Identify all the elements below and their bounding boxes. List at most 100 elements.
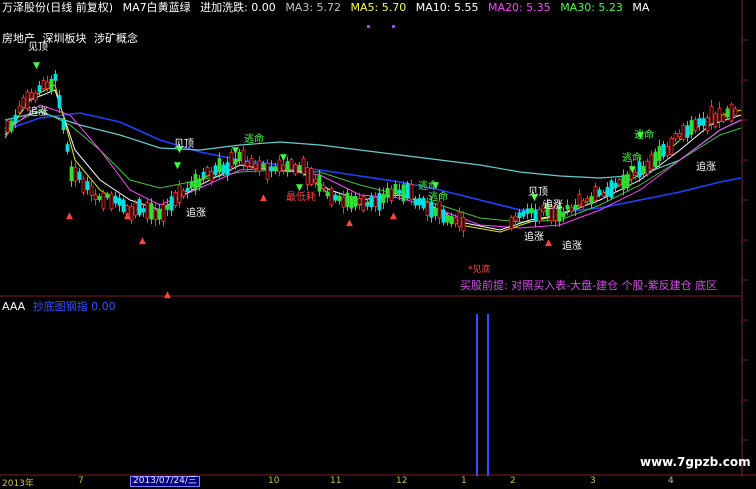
candle-body [205, 167, 210, 176]
arrow-down-green: ▼ [629, 165, 636, 175]
candle-body [325, 191, 330, 197]
candle-body [693, 119, 698, 131]
candle-body [349, 196, 354, 209]
candle-body [665, 146, 670, 156]
candle-body [525, 208, 530, 214]
candle-body [241, 149, 246, 165]
candle-body [165, 204, 170, 210]
candle-body [269, 166, 274, 172]
candle-body [597, 189, 602, 195]
candle-body [565, 204, 570, 210]
candle-body [653, 151, 658, 168]
candle-body [441, 209, 446, 223]
candle-body [721, 114, 726, 122]
label-chase: 追涨 [562, 241, 582, 252]
candle-body [657, 146, 662, 161]
candle-body [457, 211, 462, 228]
candle-body [681, 125, 686, 140]
candle-body [65, 144, 70, 152]
candle-body [513, 215, 518, 222]
candle-body [257, 160, 262, 172]
arrow-up-red: ▲ [66, 211, 73, 221]
candle-body [389, 188, 394, 201]
candle-body [529, 208, 534, 214]
candle-body [173, 192, 178, 207]
candle-body [649, 154, 654, 170]
candle-body [13, 114, 18, 123]
candle-body [369, 196, 374, 208]
candle-body [517, 212, 522, 219]
candle-body [189, 181, 194, 188]
candle-body [61, 119, 66, 131]
candle-body [425, 202, 430, 217]
candle-body [57, 94, 62, 109]
arrow-up-red: ▲ [346, 218, 353, 228]
candle-body [301, 158, 306, 175]
candle-body [429, 201, 434, 218]
axis-label: 10 [268, 476, 280, 486]
candle-body [613, 182, 618, 189]
candle-body [209, 171, 214, 182]
axis-label: 7 [78, 476, 84, 486]
candle-body [261, 163, 266, 169]
candle-body [353, 196, 358, 207]
candle-body [569, 206, 574, 212]
candle-body [433, 207, 438, 217]
candle-body [605, 186, 610, 197]
candle-body [225, 162, 230, 175]
candle-body [637, 161, 642, 178]
candle-body [37, 85, 42, 93]
axis-label: 11 [330, 476, 342, 486]
candle-body [81, 178, 86, 193]
candle-body [45, 81, 50, 89]
candle-body [401, 184, 406, 202]
candle-body [309, 168, 314, 185]
candle-body [141, 208, 146, 213]
candle-body [577, 194, 582, 206]
candle-body [317, 174, 322, 192]
kline-chart[interactable]: ▼ ▲ ▲ ▲ ▼ ▼ ▼ ▲ ▼ ▼ ▲ ▲ ▼ ▼ ▲ ▼ ▼ ▲ [0, 0, 756, 487]
axis-label: 12 [396, 476, 408, 486]
label-escape: 逃命 [622, 153, 642, 164]
candle-body [621, 174, 626, 190]
candle-body [177, 185, 182, 203]
axis-label: 4 [668, 476, 674, 486]
sub-name[interactable]: AAA [2, 300, 25, 313]
candle-body [733, 108, 738, 116]
candle-body [33, 92, 38, 101]
candle-body [133, 202, 138, 216]
candle-body [185, 187, 190, 193]
candle-body [69, 166, 74, 182]
candle-body [161, 204, 166, 222]
candle-body [153, 209, 158, 220]
candle-body [145, 202, 150, 219]
candle-body [729, 103, 734, 122]
candle-body [169, 196, 174, 211]
candle-body [697, 118, 702, 126]
candle-body [445, 215, 450, 223]
candle-body [53, 73, 58, 81]
axis-label: 3 [590, 476, 596, 486]
candle-body [365, 202, 370, 207]
buy-premise-note: 买股前提: 对照买入表-大盘-建仓 个股-紫反建仓 底区 [460, 279, 718, 292]
candle-body [193, 174, 198, 191]
candle-body [253, 163, 258, 169]
candle-body [561, 212, 566, 218]
axis-label: 1 [461, 476, 467, 486]
candle-body [285, 161, 290, 173]
candle-body [265, 162, 270, 180]
candle-body [701, 118, 706, 126]
candle-body [617, 179, 622, 186]
arrow-up-red: ▲ [260, 193, 267, 203]
candle-body [409, 184, 414, 201]
label-chase: 追涨 [28, 107, 48, 118]
candle-body [341, 196, 346, 208]
candle-body [73, 167, 78, 182]
candle-body [221, 164, 226, 174]
candle-body [669, 137, 674, 155]
candle-body [689, 119, 694, 135]
candle-body [201, 171, 206, 179]
candle-body [661, 144, 666, 157]
arrow-down-green: ▼ [33, 61, 40, 71]
candle-body [101, 192, 106, 209]
